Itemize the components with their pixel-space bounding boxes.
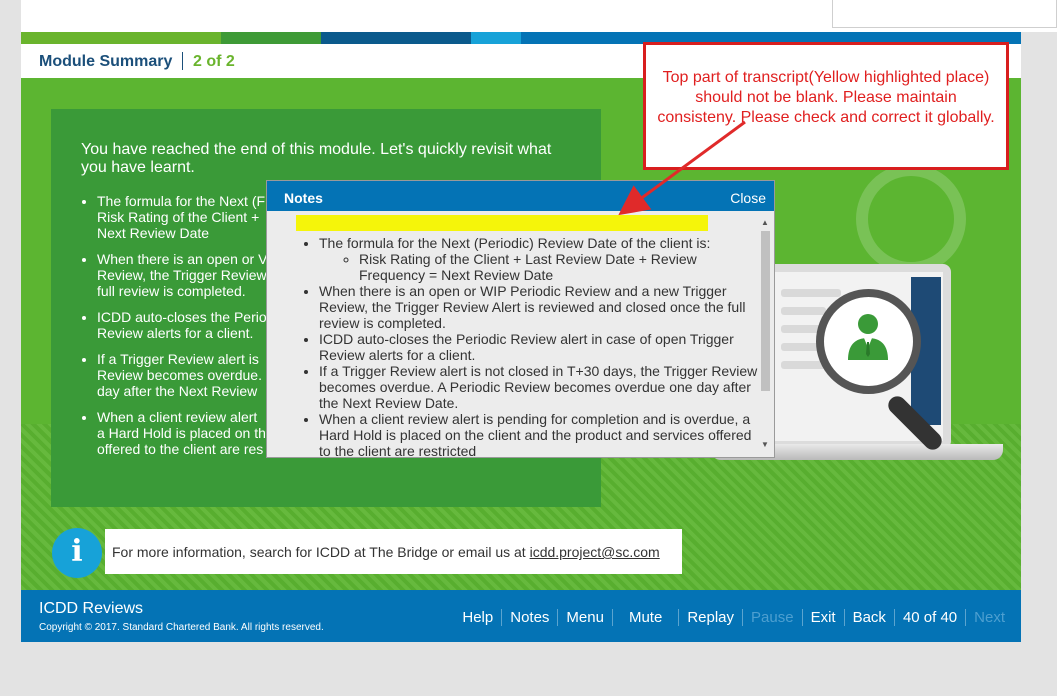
scroll-up-icon[interactable]: ▲: [758, 217, 772, 229]
bullet-line: Review, the Trigger Review: [97, 267, 267, 283]
notes-button[interactable]: Notes: [501, 609, 557, 626]
player-nav: Help Notes Menu Mute Replay Pause Exit B…: [454, 609, 1013, 626]
bullet-line: day after the Next Review: [97, 383, 258, 399]
course-title: ICDD Reviews: [39, 600, 144, 617]
bullet-line: full review is completed.: [97, 283, 246, 299]
player-footer: ICDD Reviews Copyright © 2017. Standard …: [21, 590, 1021, 642]
next-button[interactable]: Next: [965, 609, 1013, 626]
notes-subitem: Risk Rating of the Client + Last Review …: [359, 251, 759, 283]
summary-intro: You have reached the end of this module.…: [81, 141, 552, 176]
notes-item: The formula for the Next (Periodic) Revi…: [319, 235, 759, 283]
info-bar: For more information, search for ICDD at…: [105, 529, 682, 574]
info-text: For more information, search for ICDD at…: [112, 544, 660, 560]
menu-button[interactable]: Menu: [557, 609, 612, 626]
notes-transcript: The formula for the Next (Periodic) Revi…: [289, 235, 759, 457]
bullet-line: When there is an open or V: [97, 251, 268, 267]
notes-item: When a client review alert is pending fo…: [319, 411, 759, 457]
info-message: For more information, search for ICDD at…: [112, 544, 530, 560]
top-input-box[interactable]: [832, 0, 1057, 28]
module-page-indicator: 2 of 2: [193, 53, 235, 70]
summary-bullets: The formula for the Next (F Risk Rating …: [79, 193, 277, 467]
bullet-line: Next Review Date: [97, 225, 210, 241]
bullet-line: offered to the client are res: [97, 441, 264, 457]
notes-header: Notes Close: [267, 181, 774, 211]
user-icon: [848, 314, 888, 360]
bullet-line: The formula for the Next (F: [97, 193, 266, 209]
notes-close-button[interactable]: Close: [730, 190, 766, 206]
scrollbar-thumb[interactable]: [761, 231, 770, 391]
annotation-text: Top part of transcript(Yellow highlighte…: [657, 69, 995, 126]
bullet-line: When a client review alert: [97, 409, 258, 425]
header-divider: [182, 52, 183, 70]
summary-bullet: When a client review alert a Hard Hold i…: [97, 409, 277, 457]
page-counter: 40 of 40: [893, 609, 965, 626]
replay-button[interactable]: Replay: [678, 609, 742, 626]
pause-button[interactable]: Pause: [742, 609, 802, 626]
summary-bullet: The formula for the Next (F Risk Rating …: [97, 193, 277, 241]
copyright-text: Copyright © 2017. Standard Chartered Ban…: [39, 622, 324, 633]
email-link[interactable]: icdd.project@sc.com: [530, 544, 660, 560]
notes-item: ICDD auto-closes the Periodic Review ale…: [319, 331, 759, 363]
blank-highlight-area: [296, 215, 708, 231]
bullet-line: ICDD auto-closes the Perio: [97, 309, 267, 325]
notes-title: Notes: [284, 190, 323, 206]
help-button[interactable]: Help: [454, 609, 501, 626]
bullet-line: If a Trigger Review alert is: [97, 351, 259, 367]
notes-item: If a Trigger Review alert is not closed …: [319, 363, 759, 411]
exit-button[interactable]: Exit: [801, 609, 844, 626]
info-icon: i: [52, 528, 102, 578]
back-button[interactable]: Back: [843, 609, 894, 626]
bullet-line: Review alerts for a client.: [97, 325, 254, 341]
summary-bullet: When there is an open or V Review, the T…: [97, 251, 277, 299]
notes-item-text: The formula for the Next (Periodic) Revi…: [319, 235, 711, 251]
bullet-line: Review becomes overdue.: [97, 367, 262, 383]
mute-button[interactable]: Mute: [611, 609, 678, 626]
bullet-line: Risk Rating of the Client +: [97, 209, 260, 225]
bullet-line: a Hard Hold is placed on th: [97, 425, 266, 441]
summary-bullet: If a Trigger Review alert is Review beco…: [97, 351, 277, 399]
module-title: Module Summary: [39, 53, 173, 70]
scroll-down-icon[interactable]: ▼: [758, 439, 772, 451]
review-annotation: Top part of transcript(Yellow highlighte…: [643, 42, 1009, 170]
summary-bullet: ICDD auto-closes the Perio Review alerts…: [97, 309, 277, 341]
clock-icon: [856, 164, 966, 274]
notes-popup: Notes Close The formula for the Next (Pe…: [266, 180, 775, 458]
notes-item: When there is an open or WIP Periodic Re…: [319, 283, 759, 331]
